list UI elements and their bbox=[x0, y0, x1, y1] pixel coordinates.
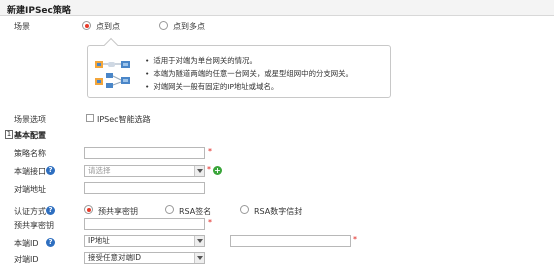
local-interface-label: 本端接口 bbox=[14, 167, 46, 176]
peer-id-type-value: 接受任意对端ID bbox=[88, 253, 141, 262]
auth-rsa-envelope-label[interactable]: RSA数字信封 bbox=[254, 206, 302, 217]
info-bullet-3: 对端网关一般有固定的IP地址或域名。 bbox=[145, 81, 278, 92]
smart-routing-label[interactable]: IPSec智能选路 bbox=[97, 114, 151, 125]
smart-routing-checkbox[interactable] bbox=[86, 114, 94, 122]
local-interface-required: * bbox=[207, 165, 211, 174]
auth-rsa-envelope-radio[interactable] bbox=[240, 205, 249, 214]
scene-p2mp-label[interactable]: 点到多点 bbox=[173, 21, 205, 32]
psk-label: 预共享密钥 bbox=[14, 221, 54, 230]
local-interface-placeholder: 请选择 bbox=[88, 166, 111, 175]
title-bar: 新建IPSec策略 bbox=[0, 0, 554, 16]
local-id-input[interactable] bbox=[230, 235, 351, 247]
local-interface-select[interactable]: 请选择 bbox=[84, 165, 205, 177]
section-title: 基本配置 bbox=[14, 131, 46, 140]
local-id-type-select[interactable]: IP地址 bbox=[84, 235, 205, 247]
auth-method-label: 认证方式 bbox=[14, 207, 46, 216]
local-id-type-value: IP地址 bbox=[88, 236, 110, 245]
auth-psk-radio[interactable] bbox=[84, 205, 93, 214]
auth-psk-label[interactable]: 预共享密钥 bbox=[98, 206, 138, 217]
dialog-title: 新建IPSec策略 bbox=[7, 6, 71, 16]
peer-id-label: 对端ID bbox=[14, 255, 39, 264]
policy-name-label: 策略名称 bbox=[14, 149, 46, 158]
auth-rsa-sign-radio[interactable] bbox=[165, 205, 174, 214]
policy-name-required: * bbox=[208, 147, 212, 156]
scene-options-label: 场景选项 bbox=[14, 115, 46, 124]
section-number: 1 bbox=[5, 130, 13, 139]
add-icon[interactable]: + bbox=[213, 166, 222, 175]
info-bullet-2: 本端为隧道两端的任意一台网关，或星型组网中的分支网关。 bbox=[145, 68, 353, 79]
scene-p2mp-radio[interactable] bbox=[159, 21, 168, 30]
peer-id-type-select[interactable]: 接受任意对端ID bbox=[84, 252, 205, 264]
help-icon[interactable]: ? bbox=[46, 238, 55, 247]
local-id-label: 本端ID bbox=[14, 239, 39, 248]
psk-required: * bbox=[208, 218, 212, 227]
info-bullet-1: 适用于对端为单台网关的情况。 bbox=[145, 55, 256, 66]
scene-p2p-label[interactable]: 点到点 bbox=[96, 21, 120, 32]
scene-label: 场景 bbox=[14, 22, 30, 31]
help-icon[interactable]: ? bbox=[46, 166, 55, 175]
network-topology-icon bbox=[95, 61, 130, 88]
psk-input[interactable] bbox=[84, 218, 205, 230]
chevron-down-icon bbox=[194, 166, 204, 176]
peer-address-label: 对端地址 bbox=[14, 185, 46, 194]
help-icon[interactable]: ? bbox=[46, 206, 55, 215]
scene-info-box: 适用于对端为单台网关的情况。 本端为隧道两端的任意一台网关，或星型组网中的分支网… bbox=[87, 37, 391, 98]
chevron-down-icon bbox=[194, 236, 204, 246]
auth-rsa-sign-label[interactable]: RSA签名 bbox=[179, 206, 211, 217]
chevron-down-icon bbox=[194, 253, 204, 263]
local-id-required: * bbox=[353, 235, 357, 244]
policy-name-input[interactable] bbox=[84, 147, 205, 159]
peer-address-input[interactable] bbox=[84, 182, 205, 194]
scene-p2p-radio[interactable] bbox=[82, 21, 91, 30]
